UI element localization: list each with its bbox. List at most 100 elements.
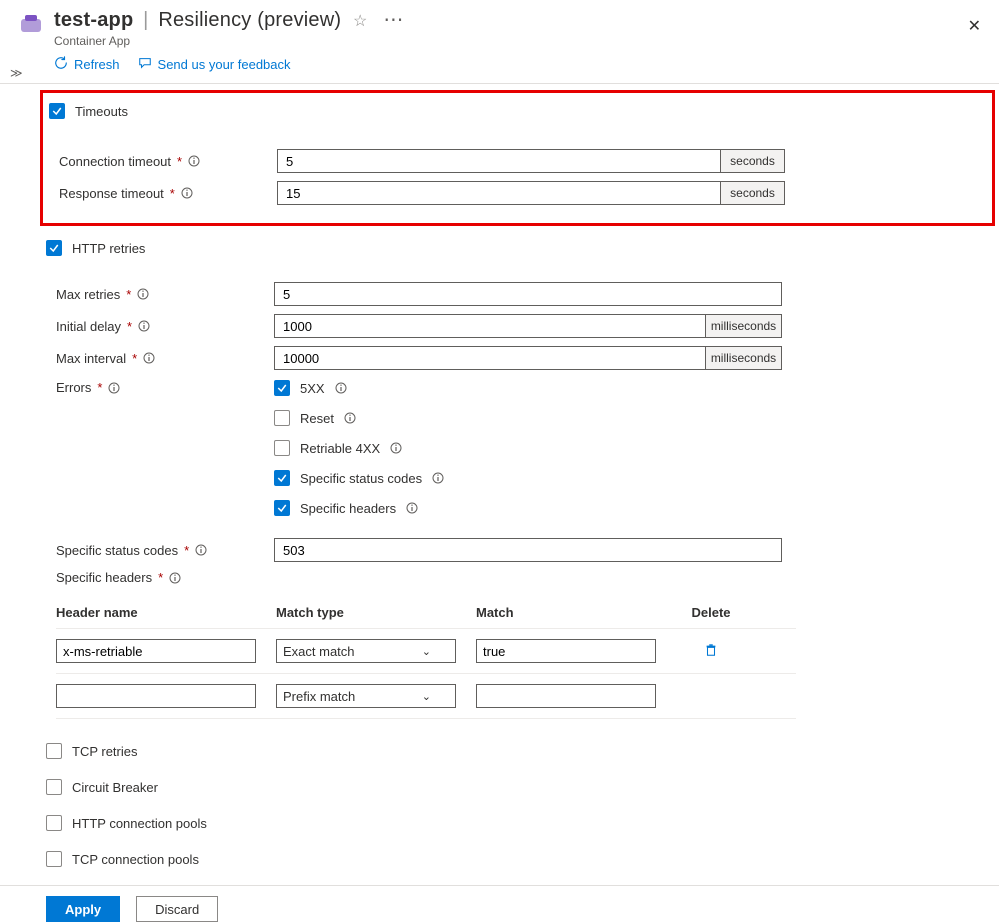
tcp-retries-label: TCP retries [72, 744, 138, 759]
timeouts-highlight-box: Timeouts Connection timeout * seconds Re… [40, 90, 995, 226]
circuit-breaker-checkbox[interactable] [46, 779, 62, 795]
max-interval-label: Max interval [56, 351, 126, 366]
tcp-retries-checkbox[interactable] [46, 743, 62, 759]
response-timeout-label: Response timeout [59, 186, 164, 201]
info-icon[interactable] [169, 572, 181, 584]
favorite-star-icon[interactable]: ☆ [353, 13, 368, 30]
resource-type-label: Container App [54, 34, 981, 48]
http-retries-section-label: HTTP retries [72, 241, 145, 256]
tcp-pools-checkbox[interactable] [46, 851, 62, 867]
info-icon[interactable] [335, 382, 347, 394]
response-timeout-input[interactable] [277, 181, 721, 205]
http-pools-checkbox[interactable] [46, 815, 62, 831]
specific-headers-label: Specific headers [56, 570, 152, 585]
error-5xx-label: 5XX [300, 381, 325, 396]
max-interval-unit: milliseconds [706, 346, 782, 370]
http-retries-checkbox[interactable] [46, 240, 62, 256]
feedback-button[interactable]: Send us your feedback [138, 56, 291, 73]
footer-bar: Apply Discard [0, 885, 999, 922]
required-marker: * [182, 543, 191, 558]
error-reset-checkbox[interactable] [274, 410, 290, 426]
specific-headers-table: Header name Match type Match Delete Exac… [56, 597, 796, 719]
error-5xx-checkbox[interactable] [274, 380, 290, 396]
max-retries-input[interactable] [274, 282, 782, 306]
circuit-breaker-label: Circuit Breaker [72, 780, 158, 795]
specific-codes-input[interactable] [274, 538, 782, 562]
required-marker: * [124, 287, 133, 302]
feedback-icon [138, 56, 152, 73]
header-row-1: Prefix match ⌄ [56, 674, 796, 719]
required-marker: * [95, 380, 104, 395]
connection-timeout-label: Connection timeout [59, 154, 171, 169]
required-marker: * [168, 186, 177, 201]
error-specific-codes-checkbox[interactable] [274, 470, 290, 486]
tcp-pools-label: TCP connection pools [72, 852, 199, 867]
required-marker: * [175, 154, 184, 169]
match-value-input[interactable] [476, 684, 656, 708]
specific-codes-label: Specific status codes [56, 543, 178, 558]
delete-row-button[interactable] [704, 645, 718, 660]
col-match: Match [476, 605, 656, 620]
title-divider: | [139, 9, 152, 31]
col-header-name: Header name [56, 605, 256, 620]
page-subtitle: Resiliency (preview) [158, 9, 341, 31]
info-icon[interactable] [137, 288, 149, 300]
chevron-down-icon: ⌄ [422, 690, 431, 703]
required-marker: * [130, 351, 139, 366]
refresh-label: Refresh [74, 57, 120, 72]
header-name-input[interactable] [56, 639, 256, 663]
info-icon[interactable] [195, 544, 207, 556]
info-icon[interactable] [344, 412, 356, 424]
connection-timeout-unit: seconds [721, 149, 785, 173]
header-row-0: Exact match ⌄ [56, 629, 796, 674]
container-app-icon [18, 12, 44, 38]
required-marker: * [156, 570, 165, 585]
more-actions-icon[interactable]: ⋯ [383, 9, 404, 31]
error-retriable4xx-label: Retriable 4XX [300, 441, 380, 456]
match-type-value: Prefix match [283, 689, 355, 704]
page-header: test-app | Resiliency (preview) ☆ ⋯ Cont… [0, 0, 999, 50]
info-icon[interactable] [181, 187, 193, 199]
connection-timeout-input[interactable] [277, 149, 721, 173]
match-value-input[interactable] [476, 639, 656, 663]
max-retries-label: Max retries [56, 287, 120, 302]
timeouts-section-label: Timeouts [75, 104, 128, 119]
errors-label: Errors [56, 380, 91, 395]
initial-delay-input[interactable] [274, 314, 706, 338]
refresh-button[interactable]: Refresh [54, 56, 120, 73]
col-delete: Delete [676, 605, 746, 620]
timeouts-checkbox[interactable] [49, 103, 65, 119]
info-icon[interactable] [188, 155, 200, 167]
error-specific-headers-label: Specific headers [300, 501, 396, 516]
command-bar: Refresh Send us your feedback [0, 50, 999, 84]
form-content: Timeouts Connection timeout * seconds Re… [0, 90, 999, 885]
refresh-icon [54, 56, 68, 73]
response-timeout-unit: seconds [721, 181, 785, 205]
info-icon[interactable] [138, 320, 150, 332]
close-icon[interactable]: ✕ [968, 16, 981, 36]
max-interval-input[interactable] [274, 346, 706, 370]
error-specific-headers-checkbox[interactable] [274, 500, 290, 516]
feedback-label: Send us your feedback [158, 57, 291, 72]
http-pools-label: HTTP connection pools [72, 816, 207, 831]
col-match-type: Match type [276, 605, 456, 620]
discard-button[interactable]: Discard [136, 896, 218, 922]
apply-button[interactable]: Apply [46, 896, 120, 922]
app-name: test-app [54, 9, 133, 31]
info-icon[interactable] [432, 472, 444, 484]
match-type-value: Exact match [283, 644, 355, 659]
info-icon[interactable] [390, 442, 402, 454]
match-type-select[interactable]: Exact match ⌄ [276, 639, 456, 663]
required-marker: * [125, 319, 134, 334]
initial-delay-label: Initial delay [56, 319, 121, 334]
header-name-input[interactable] [56, 684, 256, 708]
match-type-select[interactable]: Prefix match ⌄ [276, 684, 456, 708]
expand-chevron-icon[interactable]: ≫ [10, 66, 23, 80]
error-retriable4xx-checkbox[interactable] [274, 440, 290, 456]
error-specific-codes-label: Specific status codes [300, 471, 422, 486]
chevron-down-icon: ⌄ [422, 645, 431, 658]
info-icon[interactable] [143, 352, 155, 364]
info-icon[interactable] [406, 502, 418, 514]
info-icon[interactable] [108, 382, 120, 394]
page-title: test-app | Resiliency (preview) ☆ ⋯ [54, 8, 981, 34]
